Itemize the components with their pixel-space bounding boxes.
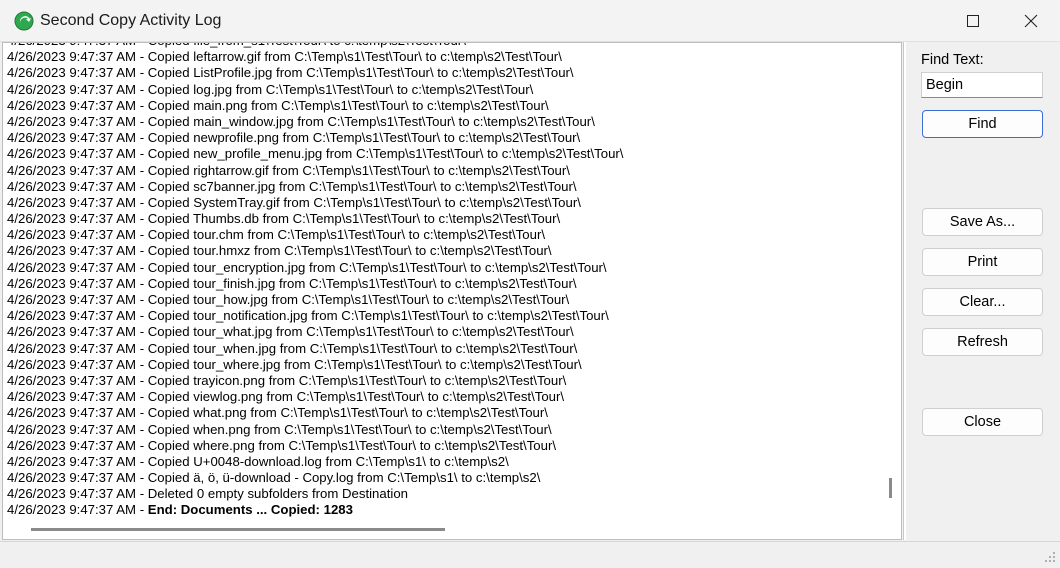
log-line: 4/26/2023 9:47:37 AM - Copied tour_what.… [7, 324, 574, 340]
status-bar [0, 541, 1060, 565]
minimize-button[interactable] [887, 0, 945, 42]
print-button[interactable]: Print [922, 248, 1043, 276]
maximize-button[interactable] [944, 0, 1002, 42]
log-line: 4/26/2023 9:47:37 AM - Copied newprofile… [7, 130, 581, 146]
log-line: 4/26/2023 9:47:37 AM - Deleted 0 empty s… [7, 486, 408, 502]
close-window-button[interactable] [1002, 0, 1060, 42]
log-line: 4/26/2023 9:47:37 AM - Copied rightarrow… [7, 162, 570, 178]
find-button[interactable]: Find [922, 110, 1043, 138]
log-line: 4/26/2023 9:47:37 AM - Copied when.png f… [7, 421, 552, 437]
log-line: 4/26/2023 9:47:37 AM - Copied tour.hmxz … [7, 243, 552, 259]
log-line: 4/26/2023 9:47:37 AM - Copied leftarrow.… [7, 49, 562, 65]
close-icon [1024, 14, 1038, 28]
log-line: 4/26/2023 9:47:37 AM - Copied tour_notif… [7, 308, 609, 324]
log-line: 4/26/2023 9:47:37 AM - Copied trayicon.p… [7, 372, 567, 388]
log-line: 4/26/2023 9:47:37 AM - Copied what.png f… [7, 405, 548, 421]
log-line: 4/26/2023 9:47:37 AM - Copied where.png … [7, 437, 557, 453]
log-line: 4/26/2023 9:47:37 AM - Copied U+0048-dow… [7, 453, 509, 469]
log-line: 4/26/2023 9:47:37 AM - Copied main.png f… [7, 97, 549, 113]
log-line: 4/26/2023 9:47:37 AM - Copied ListProfil… [7, 65, 574, 81]
log-line: 4/26/2023 9:47:37 AM - Copied tour_how.j… [7, 292, 570, 307]
log-text-area[interactable]: 4/26/2023 9:47:37 AM - Copied file_from_… [2, 42, 902, 540]
vertical-scrollbar-thumb[interactable] [889, 478, 892, 498]
log-line: 4/26/2023 9:47:37 AM - Copied log.jpg fr… [7, 81, 534, 97]
log-line: 4/26/2023 9:47:37 AM - Copied tour_finis… [7, 275, 577, 291]
clear-button[interactable]: Clear... [922, 288, 1043, 316]
log-line-summary-result: End: Documents ... Copied: 1283 [147, 502, 353, 518]
minimize-icon [910, 20, 922, 22]
log-line: 4/26/2023 9:47:37 AM - Copied sc7banner.… [7, 178, 577, 194]
log-line: 4/26/2023 9:47:37 AM - Copied SystemTray… [7, 194, 581, 210]
second-copy-app-icon [14, 11, 34, 31]
close-button[interactable]: Close [922, 408, 1043, 436]
resize-grip-icon[interactable] [1044, 550, 1056, 562]
horizontal-scrollbar[interactable] [5, 520, 881, 538]
activity-log-window: Second Copy Activity Log 4/26/2023 9:47:… [0, 0, 1060, 565]
save-as-button[interactable]: Save As... [922, 208, 1043, 236]
log-line: 4/26/2023 9:47:37 AM - Copied file_from_… [7, 43, 887, 49]
log-line-summary: 4/26/2023 9:47:37 AM - End: Documents ..… [7, 502, 887, 518]
log-line: 4/26/2023 9:47:37 AM - Copied ä, ö, ü-do… [7, 470, 541, 486]
find-text-label: Find Text: [921, 52, 984, 68]
side-panel: Find Text: Find Save As... Print Clear..… [906, 42, 1060, 540]
title-bar[interactable]: Second Copy Activity Log [0, 0, 1060, 42]
log-line: 4/26/2023 9:47:37 AM - Copied new_profil… [7, 146, 624, 162]
log-line-summary-prefix: 4/26/2023 9:47:37 AM - [7, 502, 148, 518]
log-line: 4/26/2023 9:47:37 AM - Copied tour_encry… [7, 259, 607, 275]
window-title: Second Copy Activity Log [40, 12, 222, 29]
log-line: 4/26/2023 9:47:37 AM - Copied main_windo… [7, 113, 595, 129]
horizontal-scrollbar-thumb[interactable] [31, 528, 445, 531]
log-line: 4/26/2023 9:47:37 AM - Copied Thumbs.db … [7, 211, 561, 227]
log-line: 4/26/2023 9:47:37 AM - Copied viewlog.pn… [7, 389, 565, 405]
log-line: 4/26/2023 9:47:37 AM - Copied tour_when.… [7, 340, 578, 356]
refresh-button[interactable]: Refresh [922, 328, 1043, 356]
find-text-input[interactable] [921, 72, 1043, 98]
log-line: 4/26/2023 9:47:37 AM - Copied tour.chm f… [7, 227, 546, 243]
log-line: 4/26/2023 9:47:37 AM - Copied tour_where… [7, 356, 582, 372]
maximize-icon [967, 15, 979, 27]
log-lines: 4/26/2023 9:47:37 AM - Copied file_from_… [7, 43, 887, 519]
